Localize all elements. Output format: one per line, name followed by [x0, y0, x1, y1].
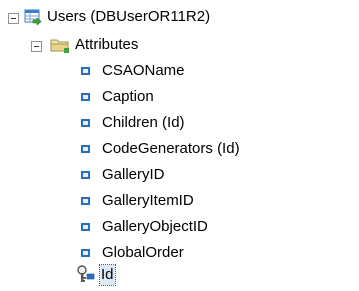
root-node-label[interactable]: Users (DBUserOR11R2)	[47, 7, 210, 27]
tree-item-label[interactable]: GalleryItemID	[102, 191, 194, 211]
tree-view[interactable]: Users (DBUserOR11R2) Attributes CSAOName…	[0, 0, 359, 291]
tree-item-label[interactable]: GlobalOrder	[102, 243, 184, 263]
attribute-icon	[81, 171, 90, 179]
tree-item-label[interactable]: Children (Id)	[102, 113, 185, 133]
root-collapse-toggle[interactable]	[8, 13, 19, 24]
tree-item-label[interactable]: Caption	[102, 87, 154, 107]
tree-item-label[interactable]: CodeGenerators (Id)	[102, 139, 240, 159]
attribute-icon	[81, 145, 90, 153]
tree-item-label[interactable]: CSAOName	[102, 61, 185, 81]
attribute-icon	[81, 119, 90, 127]
tree-item-label[interactable]: GalleryID	[102, 165, 165, 185]
attributes-collapse-toggle[interactable]	[31, 41, 42, 52]
attribute-icon	[81, 223, 90, 231]
tree-item-label[interactable]: GalleryObjectID	[102, 217, 208, 237]
tree-item-label-selected[interactable]: Id	[99, 264, 116, 286]
attributes-node-label[interactable]: Attributes	[75, 35, 138, 55]
attribute-icon	[81, 249, 90, 257]
attribute-icon	[81, 197, 90, 205]
key-icon	[76, 264, 96, 284]
table-icon	[24, 8, 42, 26]
attribute-icon	[81, 93, 90, 101]
attribute-icon	[81, 67, 90, 75]
folder-icon	[50, 36, 70, 54]
